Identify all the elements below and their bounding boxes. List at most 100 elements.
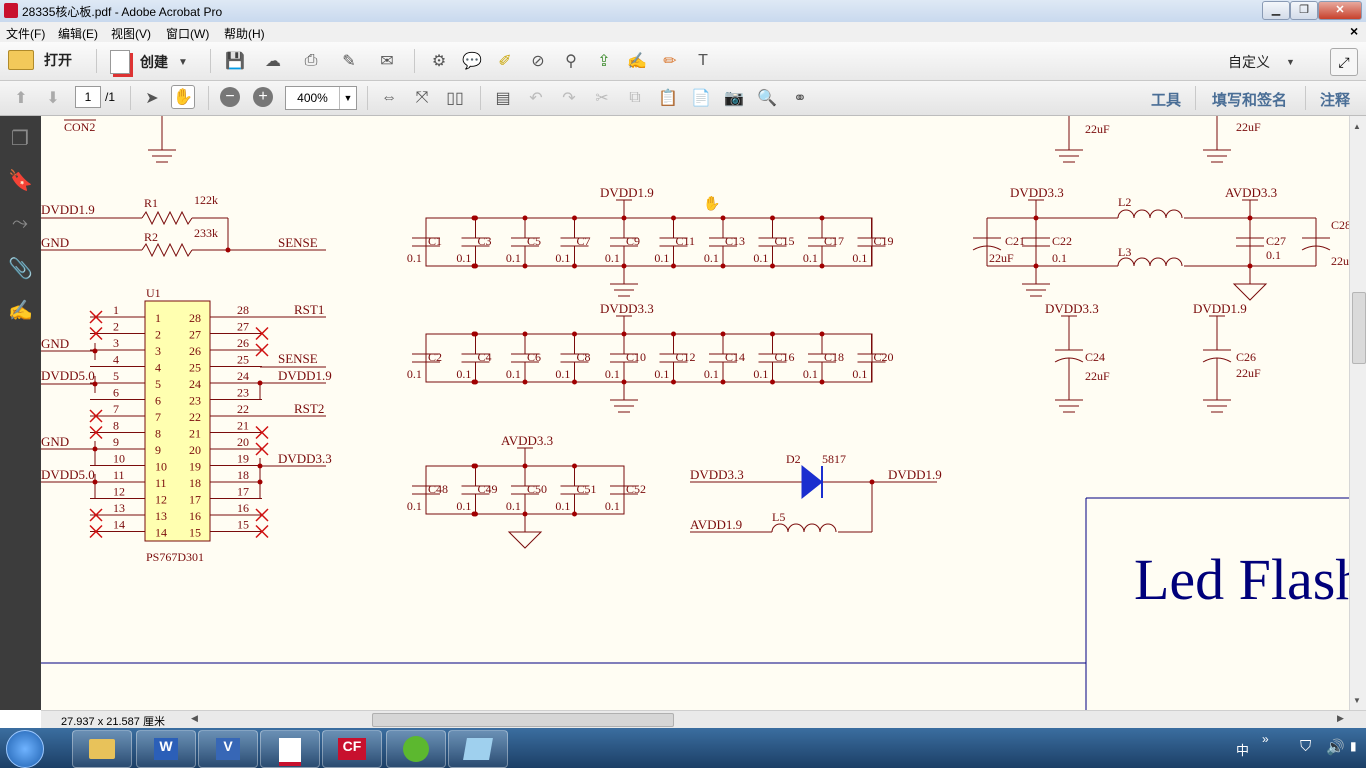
search-icon[interactable]: 🔍 bbox=[756, 87, 778, 109]
status-bar: 27.937 x 21.587 厘米 ◀ ▶ bbox=[41, 710, 1366, 729]
snapshot-icon[interactable]: 📷 bbox=[723, 87, 745, 109]
word-taskbar-icon[interactable]: W bbox=[136, 730, 196, 768]
refresh-taskbar-icon[interactable] bbox=[386, 730, 446, 768]
network-icon[interactable]: ▮ bbox=[1350, 739, 1357, 753]
net-label-dvdd33: DVDD3.3 bbox=[1045, 301, 1099, 316]
capacitor-label: C52 bbox=[626, 482, 646, 496]
notebook-taskbar-icon[interactable] bbox=[448, 730, 508, 768]
scroll-thumb[interactable] bbox=[1352, 292, 1366, 364]
zoom-value: 400% bbox=[297, 91, 328, 105]
c21-value: 22uF bbox=[989, 251, 1014, 265]
menu-help[interactable]: 帮助(H) bbox=[224, 25, 265, 42]
expand-icon[interactable]: ⤢ bbox=[1330, 48, 1358, 76]
cloud-upload-icon[interactable]: ☁ bbox=[262, 50, 284, 72]
paste-icon[interactable]: 📋 bbox=[657, 87, 679, 109]
ocr-icon[interactable]: ▤ bbox=[492, 87, 514, 109]
signature-icon[interactable]: ✍ bbox=[8, 298, 33, 322]
explorer-taskbar-icon[interactable] bbox=[72, 730, 132, 768]
text-box-icon[interactable]: T bbox=[692, 50, 714, 72]
cf-taskbar-icon[interactable]: CF bbox=[322, 730, 382, 768]
tray-chevron-icon[interactable]: » bbox=[1262, 732, 1269, 746]
gear-icon[interactable]: ⚙ bbox=[428, 50, 450, 72]
junction-dot bbox=[522, 263, 528, 269]
cut-icon[interactable]: ✂ bbox=[591, 87, 613, 109]
hand-tool-icon[interactable]: ✋ bbox=[171, 85, 195, 109]
scroll-left-icon[interactable]: ◀ bbox=[191, 713, 198, 724]
menu-file[interactable]: 文件(F) bbox=[6, 25, 45, 42]
link-icon[interactable]: ⤳ bbox=[8, 212, 32, 236]
undo-icon[interactable]: ↶ bbox=[525, 87, 547, 109]
email-icon[interactable]: ✉ bbox=[376, 50, 398, 72]
sign-icon[interactable]: ✍ bbox=[626, 50, 648, 72]
page-number-input[interactable] bbox=[75, 86, 101, 108]
edit-icon[interactable]: ✎ bbox=[338, 50, 360, 72]
pencil-icon[interactable]: ✏ bbox=[659, 50, 681, 72]
u1-pin-number: 11 bbox=[155, 476, 167, 490]
start-button[interactable] bbox=[6, 730, 44, 768]
close-button[interactable]: ✕ bbox=[1318, 1, 1362, 20]
search-doc-icon[interactable]: ⚲ bbox=[560, 50, 582, 72]
vertical-scrollbar[interactable]: ▲ ▼ bbox=[1349, 116, 1366, 710]
fit-page-icon[interactable]: ⤧ bbox=[411, 87, 433, 109]
junction-dot bbox=[621, 379, 627, 385]
window-title: 28335核心板.pdf - Adobe Acrobat Pro bbox=[22, 5, 223, 19]
scroll-down-icon[interactable]: ▼ bbox=[1353, 696, 1361, 705]
ime-indicator[interactable]: 中 bbox=[1236, 740, 1249, 759]
save-icon[interactable]: 💾 bbox=[224, 50, 246, 72]
capacitor-value: 0.1 bbox=[803, 251, 818, 265]
visio-taskbar-icon[interactable]: V bbox=[198, 730, 258, 768]
fill-sign-pane-button[interactable]: 填写和签名 bbox=[1212, 89, 1287, 110]
junction-dot bbox=[473, 511, 478, 517]
minimize-button[interactable]: ▁ bbox=[1262, 1, 1290, 20]
comment-icon[interactable]: 💬 bbox=[461, 50, 483, 72]
horizontal-scroll-thumb[interactable] bbox=[372, 713, 674, 727]
menu-window[interactable]: 窗口(W) bbox=[166, 25, 209, 42]
binoculars-icon[interactable]: ⚭ bbox=[789, 87, 811, 109]
highlight-icon[interactable]: ✐ bbox=[494, 50, 516, 72]
document-viewport[interactable]: 1 1 2 2 3 3 4 4 5 5 6 6 7 7 8 8 9 9 10 10 11 11 12 12 13 13 14 14 28… bbox=[41, 116, 1349, 710]
comment-pane-button[interactable]: 注释 bbox=[1320, 89, 1350, 110]
attachment-icon[interactable]: 📎 bbox=[8, 256, 33, 280]
export-icon[interactable]: ⇪ bbox=[593, 50, 615, 72]
separator bbox=[480, 86, 481, 110]
menu-view[interactable]: 视图(V) bbox=[111, 25, 151, 42]
clipboard-icon[interactable]: 📄 bbox=[690, 87, 712, 109]
junction-dot bbox=[819, 215, 825, 221]
bookmarks-icon[interactable]: 🔖 bbox=[8, 168, 33, 192]
previous-page-icon[interactable]: ⬆ bbox=[10, 87, 32, 109]
remove-icon[interactable]: ⊘ bbox=[527, 50, 549, 72]
capacitor-label: C20 bbox=[874, 350, 894, 364]
maximize-button[interactable]: ❐ bbox=[1290, 1, 1318, 20]
scroll-right-icon[interactable]: ▶ bbox=[1337, 713, 1344, 724]
copy-icon[interactable]: ⧉ bbox=[624, 87, 646, 109]
close-document-icon[interactable]: × bbox=[1350, 23, 1358, 39]
main-toolbar: 打开 创建 ▼ 💾 ☁ ⎙ ✎ ✉ ⚙ 💬 ✐ ⊘ ⚲ ⇪ ✍ ✏ T 自定义 … bbox=[0, 42, 1366, 81]
open-button[interactable]: 打开 bbox=[8, 50, 72, 70]
tools-pane-button[interactable]: 工具 bbox=[1151, 89, 1181, 110]
u1-pin-number: 20 bbox=[189, 443, 201, 457]
fit-width-icon[interactable]: ⇔ bbox=[378, 87, 400, 109]
capacitor-value: 0.1 bbox=[605, 367, 620, 381]
capacitor-label: C12 bbox=[676, 350, 696, 364]
menu-edit[interactable]: 编辑(E) bbox=[58, 25, 98, 42]
zoom-select[interactable]: 400% ▼ bbox=[285, 86, 357, 110]
acrobat-icon bbox=[4, 3, 18, 18]
page-thumbnails-icon[interactable]: ❐ bbox=[8, 126, 32, 150]
acrobat-taskbar-icon[interactable] bbox=[260, 730, 320, 768]
two-page-icon[interactable]: ▯▯ bbox=[444, 87, 466, 109]
create-button[interactable]: 创建 ▼ bbox=[110, 50, 188, 74]
scroll-up-icon[interactable]: ▲ bbox=[1353, 122, 1361, 131]
separator bbox=[367, 86, 368, 110]
next-page-icon[interactable]: ⬇ bbox=[42, 87, 64, 109]
shield-icon[interactable]: ⛉ bbox=[1300, 738, 1311, 755]
volume-icon[interactable]: 🔊 bbox=[1326, 738, 1345, 756]
zoom-out-icon[interactable]: − bbox=[220, 87, 240, 107]
customize-dropdown[interactable]: 自定义 ▼ bbox=[1228, 52, 1295, 72]
d2-part: 5817 bbox=[822, 452, 846, 466]
print-icon[interactable]: ⎙ bbox=[300, 50, 322, 72]
junction-dot bbox=[522, 215, 528, 221]
folder-icon bbox=[8, 50, 34, 70]
select-tool-icon[interactable]: ➤ bbox=[141, 87, 163, 109]
zoom-in-icon[interactable]: + bbox=[253, 87, 273, 107]
redo-icon[interactable]: ↷ bbox=[558, 87, 580, 109]
